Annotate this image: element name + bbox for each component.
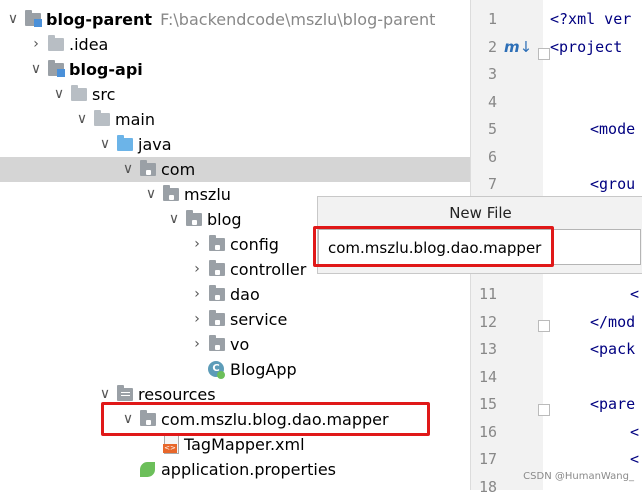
chevron-right-icon[interactable]: › bbox=[190, 232, 204, 257]
line-number: 7 bbox=[487, 175, 497, 193]
line-number: 6 bbox=[487, 147, 497, 166]
code-line[interactable]: < bbox=[630, 446, 639, 473]
project-path-hint: F:\backendcode\mszlu\blog-parent bbox=[160, 10, 436, 29]
package-highlight-box bbox=[101, 402, 430, 436]
chevron-down-icon[interactable]: ∨ bbox=[75, 107, 89, 132]
package-icon bbox=[208, 307, 226, 332]
line-number: 17 bbox=[478, 450, 497, 468]
tree-label: mszlu bbox=[184, 185, 231, 204]
code-line[interactable]: < bbox=[630, 281, 639, 308]
tree-label: blog bbox=[207, 210, 242, 229]
code-line[interactable]: < bbox=[630, 419, 639, 446]
code-line[interactable]: <pack bbox=[590, 336, 635, 363]
fold-marker-icon[interactable] bbox=[538, 404, 550, 416]
package-icon bbox=[208, 282, 226, 307]
tree-row-com[interactable]: ∨ com bbox=[0, 157, 470, 182]
fold-marker-icon[interactable] bbox=[538, 320, 550, 332]
chevron-right-icon[interactable]: › bbox=[190, 307, 204, 332]
chevron-down-icon[interactable]: ∨ bbox=[98, 132, 112, 157]
tree-label: service bbox=[230, 310, 288, 329]
dialog-title: New File bbox=[449, 204, 512, 222]
tree-label: vo bbox=[230, 335, 250, 354]
chevron-down-icon[interactable]: ∨ bbox=[167, 207, 181, 232]
line-number: 11 bbox=[478, 285, 497, 303]
code-line[interactable]: <project bbox=[550, 34, 622, 61]
tree-label: controller bbox=[230, 260, 307, 279]
line-number: 18 bbox=[478, 477, 497, 496]
tree-row-dao[interactable]: › dao bbox=[0, 282, 470, 307]
fold-marker-icon[interactable] bbox=[538, 48, 550, 60]
tree-row-vo[interactable]: › vo bbox=[0, 332, 470, 357]
tree-row-blogapp[interactable]: C BlogApp bbox=[0, 357, 470, 382]
tree-row-src[interactable]: ∨ src bbox=[0, 82, 470, 107]
chevron-down-icon[interactable]: ∨ bbox=[52, 82, 66, 107]
source-folder-icon bbox=[116, 132, 134, 157]
package-icon bbox=[208, 332, 226, 357]
tree-row-blog-api[interactable]: ∨ blog-api bbox=[0, 57, 470, 82]
chevron-down-icon[interactable]: ∨ bbox=[144, 182, 158, 207]
folder-icon bbox=[47, 32, 65, 57]
tree-label: config bbox=[230, 235, 279, 254]
tree-label: .idea bbox=[69, 35, 109, 54]
chevron-down-icon[interactable]: ∨ bbox=[121, 157, 135, 182]
tree-label: main bbox=[115, 110, 155, 129]
folder-icon bbox=[70, 82, 88, 107]
tree-label: blog-parent F:\backendcode\mszlu\blog-par… bbox=[46, 10, 436, 29]
chevron-right-icon[interactable]: › bbox=[190, 257, 204, 282]
chevron-right-icon[interactable]: › bbox=[190, 332, 204, 357]
spring-properties-icon bbox=[139, 457, 157, 482]
line-number: 13 bbox=[478, 340, 497, 358]
tree-row-application-properties[interactable]: application.properties bbox=[0, 457, 470, 482]
code-line[interactable]: <grou bbox=[590, 171, 635, 198]
line-number: 5 bbox=[487, 120, 497, 138]
tree-row-main[interactable]: ∨ main bbox=[0, 107, 470, 132]
dialog-highlight-box bbox=[313, 226, 554, 267]
line-number: 3 bbox=[487, 65, 497, 83]
package-icon bbox=[185, 207, 203, 232]
line-number: 4 bbox=[487, 92, 497, 111]
tree-label: application.properties bbox=[161, 460, 336, 479]
code-line[interactable]: </mod bbox=[590, 309, 635, 336]
package-icon bbox=[208, 232, 226, 257]
line-number: 14 bbox=[478, 367, 497, 386]
tree-label: blog-api bbox=[69, 60, 143, 79]
tree-row-java[interactable]: ∨ java bbox=[0, 132, 470, 157]
line-number: 1 bbox=[487, 10, 497, 28]
code-line[interactable]: <pare bbox=[590, 391, 635, 418]
package-icon bbox=[139, 157, 157, 182]
code-line[interactable]: <mode bbox=[590, 116, 635, 143]
maven-icon[interactable]: m↓ bbox=[504, 38, 532, 56]
tree-label: com bbox=[161, 160, 196, 179]
tree-label: dao bbox=[230, 285, 260, 304]
code-line[interactable]: <?xml ver bbox=[550, 6, 631, 33]
tree-row-service[interactable]: › service bbox=[0, 307, 470, 332]
folder-icon bbox=[93, 107, 111, 132]
tree-label: BlogApp bbox=[230, 360, 297, 379]
line-number: 12 bbox=[478, 312, 497, 331]
chevron-right-icon[interactable]: › bbox=[29, 32, 43, 57]
package-icon bbox=[162, 182, 180, 207]
module-folder-icon bbox=[24, 7, 42, 32]
tree-label: src bbox=[92, 85, 116, 104]
chevron-down-icon[interactable]: ∨ bbox=[29, 57, 43, 82]
module-folder-icon bbox=[47, 57, 65, 82]
tree-row-blog-parent[interactable]: ∨ blog-parent F:\backendcode\mszlu\blog-pa… bbox=[0, 7, 470, 32]
tree-label: java bbox=[138, 135, 172, 154]
chevron-right-icon[interactable]: › bbox=[190, 282, 204, 307]
chevron-down-icon[interactable]: ∨ bbox=[6, 7, 20, 32]
tree-row--idea[interactable]: › .idea bbox=[0, 32, 470, 57]
line-number: 16 bbox=[478, 422, 497, 441]
watermark: CSDN @HumanWang_ bbox=[523, 471, 634, 482]
line-number: 15 bbox=[478, 395, 497, 413]
line-number: 2 bbox=[487, 37, 497, 56]
package-icon bbox=[208, 257, 226, 282]
spring-class-icon: C bbox=[208, 357, 226, 382]
